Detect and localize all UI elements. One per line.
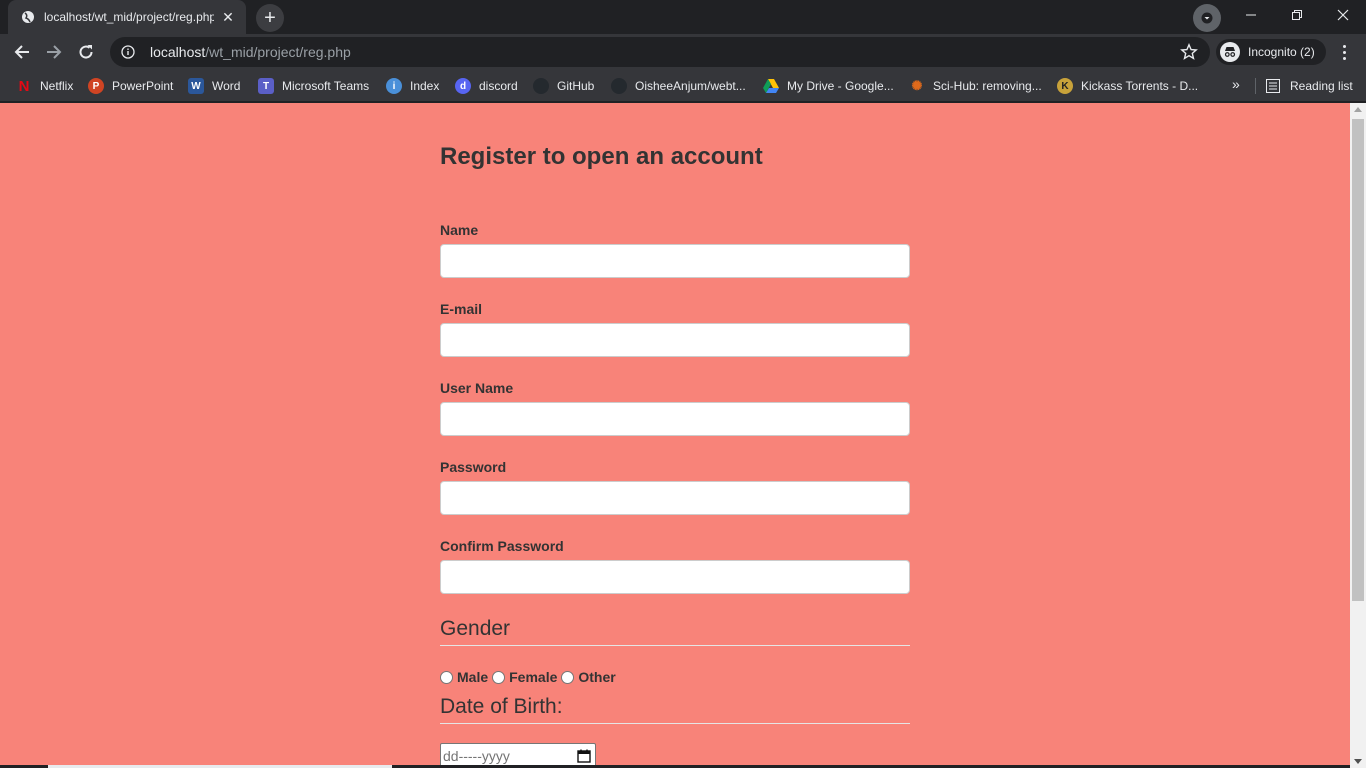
bookmark-scihub[interactable]: ✺ Sci-Hub: removing... — [909, 76, 1042, 96]
index-icon: i — [386, 78, 402, 94]
email-field[interactable] — [440, 323, 910, 357]
bookmark-label: PowerPoint — [112, 79, 174, 93]
url-path: /wt_mid/project/reg.php — [205, 44, 351, 60]
minimize-button[interactable] — [1228, 0, 1274, 30]
url-text[interactable]: localhost/wt_mid/project/reg.php — [150, 44, 351, 60]
incognito-label: Incognito (2) — [1248, 45, 1315, 59]
address-bar[interactable]: localhost/wt_mid/project/reg.php — [110, 37, 1210, 67]
scroll-up-icon[interactable] — [1354, 107, 1362, 112]
male-label: Male — [457, 669, 489, 685]
scroll-down-icon[interactable] — [1354, 759, 1362, 764]
restore-icon — [1292, 10, 1302, 20]
word-icon: W — [188, 78, 204, 94]
more-bookmarks-icon[interactable]: » — [1232, 76, 1240, 92]
bookmarks-divider — [1255, 78, 1256, 94]
arrow-right-icon — [47, 45, 62, 59]
incognito-badge[interactable]: Incognito (2) — [1216, 39, 1326, 65]
github-icon — [611, 78, 627, 94]
reading-list-label: Reading list — [1290, 79, 1353, 93]
reload-button[interactable] — [72, 38, 100, 66]
female-label: Female — [509, 669, 558, 685]
bookmark-label: Microsoft Teams — [282, 79, 370, 93]
reading-list-button[interactable]: Reading list — [1266, 76, 1353, 96]
arrow-left-icon — [14, 45, 29, 59]
password-label: Password — [440, 459, 507, 475]
bookmark-label: discord — [479, 79, 518, 93]
password-field[interactable] — [440, 481, 910, 515]
username-label: User Name — [440, 380, 514, 396]
tab-search-button[interactable] — [1193, 4, 1221, 32]
bookmark-label: Netflix — [40, 79, 74, 93]
info-icon[interactable] — [120, 44, 136, 60]
netflix-icon: N — [18, 77, 30, 95]
restore-button[interactable] — [1274, 0, 1320, 30]
forward-button[interactable] — [40, 38, 68, 66]
scrollbar-thumb[interactable] — [1352, 119, 1364, 601]
browser-toolbar: localhost/wt_mid/project/reg.php Incogni… — [0, 34, 1366, 70]
browser-tab[interactable]: localhost/wt_mid/project/reg.php ✕ — [8, 0, 246, 34]
bookmark-kickass[interactable]: K Kickass Torrents - D... — [1057, 76, 1198, 96]
name-label: Name — [440, 222, 479, 238]
bookmark-discord[interactable]: d discord — [455, 76, 518, 96]
email-label: E-mail — [440, 301, 483, 317]
github-icon — [533, 78, 549, 94]
close-icon — [1337, 9, 1349, 21]
page-viewport: Register to open an account Name E-mail … — [0, 103, 1350, 768]
username-field[interactable] — [440, 402, 910, 436]
bookmark-index[interactable]: i Index — [386, 76, 439, 96]
back-button[interactable] — [8, 38, 36, 66]
close-window-button[interactable] — [1320, 0, 1366, 30]
female-radio[interactable] — [492, 670, 506, 684]
bookmark-oisheeanjum[interactable]: OisheeAnjum/webt... — [611, 76, 746, 96]
dob-placeholder: dd-----yyyy — [443, 748, 510, 764]
gender-radio-group: Male Female Other — [440, 669, 620, 685]
tab-strip: localhost/wt_mid/project/reg.php ✕ + — [0, 0, 1366, 34]
bookmark-github[interactable]: GitHub — [533, 76, 594, 96]
teams-icon: T — [258, 78, 274, 94]
bookmark-teams[interactable]: T Microsoft Teams — [258, 76, 369, 96]
incognito-icon — [1220, 42, 1240, 62]
bookmark-google-drive[interactable]: My Drive - Google... — [763, 76, 894, 96]
reload-icon — [79, 45, 93, 59]
tab-title: localhost/wt_mid/project/reg.php — [44, 10, 214, 24]
male-radio[interactable] — [440, 670, 453, 684]
bookmark-label: Sci-Hub: removing... — [933, 79, 1042, 93]
page-title: Register to open an account — [440, 143, 763, 170]
minimize-icon — [1246, 14, 1256, 16]
calendar-icon[interactable] — [577, 749, 591, 763]
kickass-icon: K — [1057, 78, 1073, 94]
bookmark-word[interactable]: W Word — [188, 76, 240, 96]
gender-heading: Gender — [440, 617, 910, 646]
bookmark-label: OisheeAnjum/webt... — [635, 79, 746, 93]
bookmark-label: Word — [212, 79, 241, 93]
bookmark-label: Index — [410, 79, 440, 93]
confirm-password-label: Confirm Password — [440, 538, 564, 554]
bookmark-label: GitHub — [557, 79, 595, 93]
url-host: localhost — [150, 44, 206, 60]
name-field[interactable] — [440, 244, 910, 278]
bookmarks-bar: N Netflix P PowerPoint W Word T Microsof… — [0, 70, 1366, 102]
discord-icon: d — [455, 78, 471, 94]
vertical-scrollbar[interactable] — [1350, 103, 1366, 768]
google-drive-icon — [763, 78, 779, 94]
confirm-password-field[interactable] — [440, 560, 910, 594]
other-radio[interactable] — [561, 670, 575, 684]
globe-icon — [20, 9, 36, 25]
bookmark-powerpoint[interactable]: P PowerPoint — [88, 76, 173, 96]
bookmark-netflix[interactable]: N Netflix — [16, 76, 74, 96]
dob-heading: Date of Birth: — [440, 695, 910, 724]
chevron-down-icon — [1201, 12, 1213, 24]
menu-icon[interactable] — [1334, 42, 1354, 62]
scihub-icon: ✺ — [911, 78, 923, 93]
bookmark-star-icon[interactable] — [1180, 43, 1198, 61]
other-label: Other — [578, 669, 616, 685]
new-tab-button[interactable]: + — [256, 4, 284, 32]
powerpoint-icon: P — [88, 78, 104, 94]
close-tab-icon[interactable]: ✕ — [220, 9, 236, 25]
reading-list-icon — [1266, 79, 1280, 93]
bookmark-label: My Drive - Google... — [787, 79, 894, 93]
bookmark-label: Kickass Torrents - D... — [1081, 79, 1199, 93]
